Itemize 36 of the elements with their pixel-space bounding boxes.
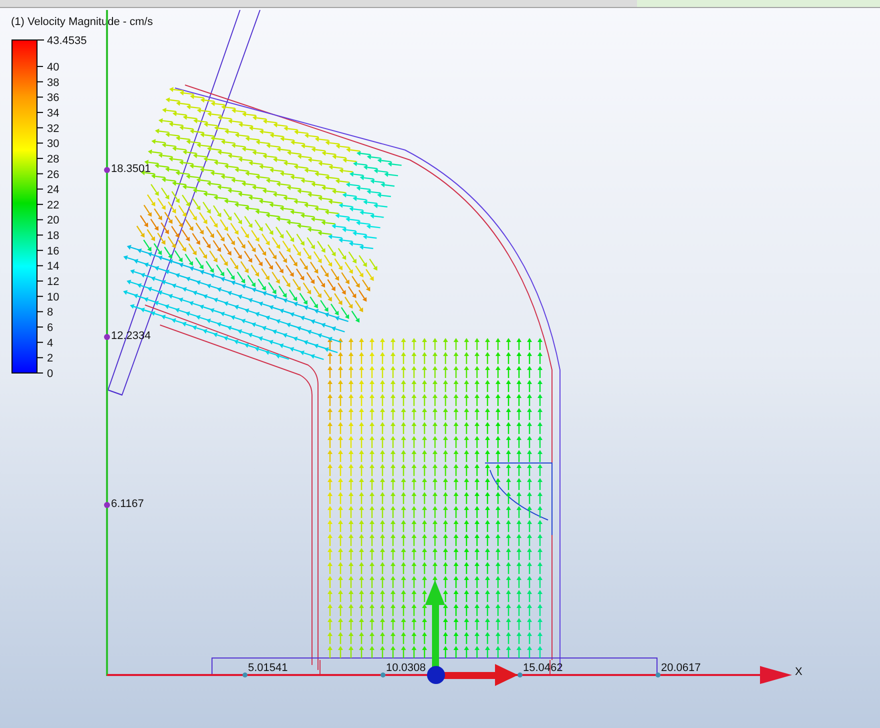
tick-label: 40	[47, 61, 60, 74]
axis-tick-label: 10.0308	[386, 662, 426, 674]
tick-label: 20	[47, 214, 60, 227]
tick-label: 43.4535	[47, 35, 87, 47]
tick-label: 22	[47, 199, 60, 212]
tick-marker	[104, 167, 110, 173]
tick-label: 4	[47, 337, 54, 350]
tick-label: 32	[47, 122, 60, 135]
tick-label: 0	[47, 368, 54, 380]
axis-tick-label: 20.0617	[661, 662, 701, 674]
tick-label: 6	[47, 322, 54, 334]
axis-tick-label: 6.1167	[111, 498, 144, 510]
tick-label: 38	[47, 76, 60, 89]
tick-label: 36	[47, 92, 60, 104]
tick-label: 16	[47, 245, 60, 258]
tick-label: 8	[47, 306, 54, 319]
tick-label: 2	[47, 352, 54, 365]
tick-label: 30	[47, 138, 60, 150]
axis-label: X	[795, 666, 802, 678]
tick-label: 26	[47, 168, 60, 181]
tick-label: 34	[47, 107, 60, 120]
tick-marker	[380, 672, 386, 678]
axis-tick-label: 18.3501	[111, 163, 151, 175]
tick-marker	[104, 502, 110, 508]
axis-triad-icon	[425, 580, 518, 686]
tick-label: 12	[47, 276, 60, 288]
tick-label: 24	[47, 184, 60, 196]
tick-marker	[656, 672, 660, 678]
tick-label: 10	[47, 291, 60, 304]
tick-label: 18	[47, 230, 60, 242]
tick-marker	[242, 672, 248, 678]
axis-tick-label: 5.01541	[248, 662, 288, 674]
tick-marker	[104, 334, 110, 340]
tick-marker	[518, 672, 522, 678]
tick-label: 28	[47, 153, 60, 166]
tick-label: 14	[47, 260, 60, 273]
